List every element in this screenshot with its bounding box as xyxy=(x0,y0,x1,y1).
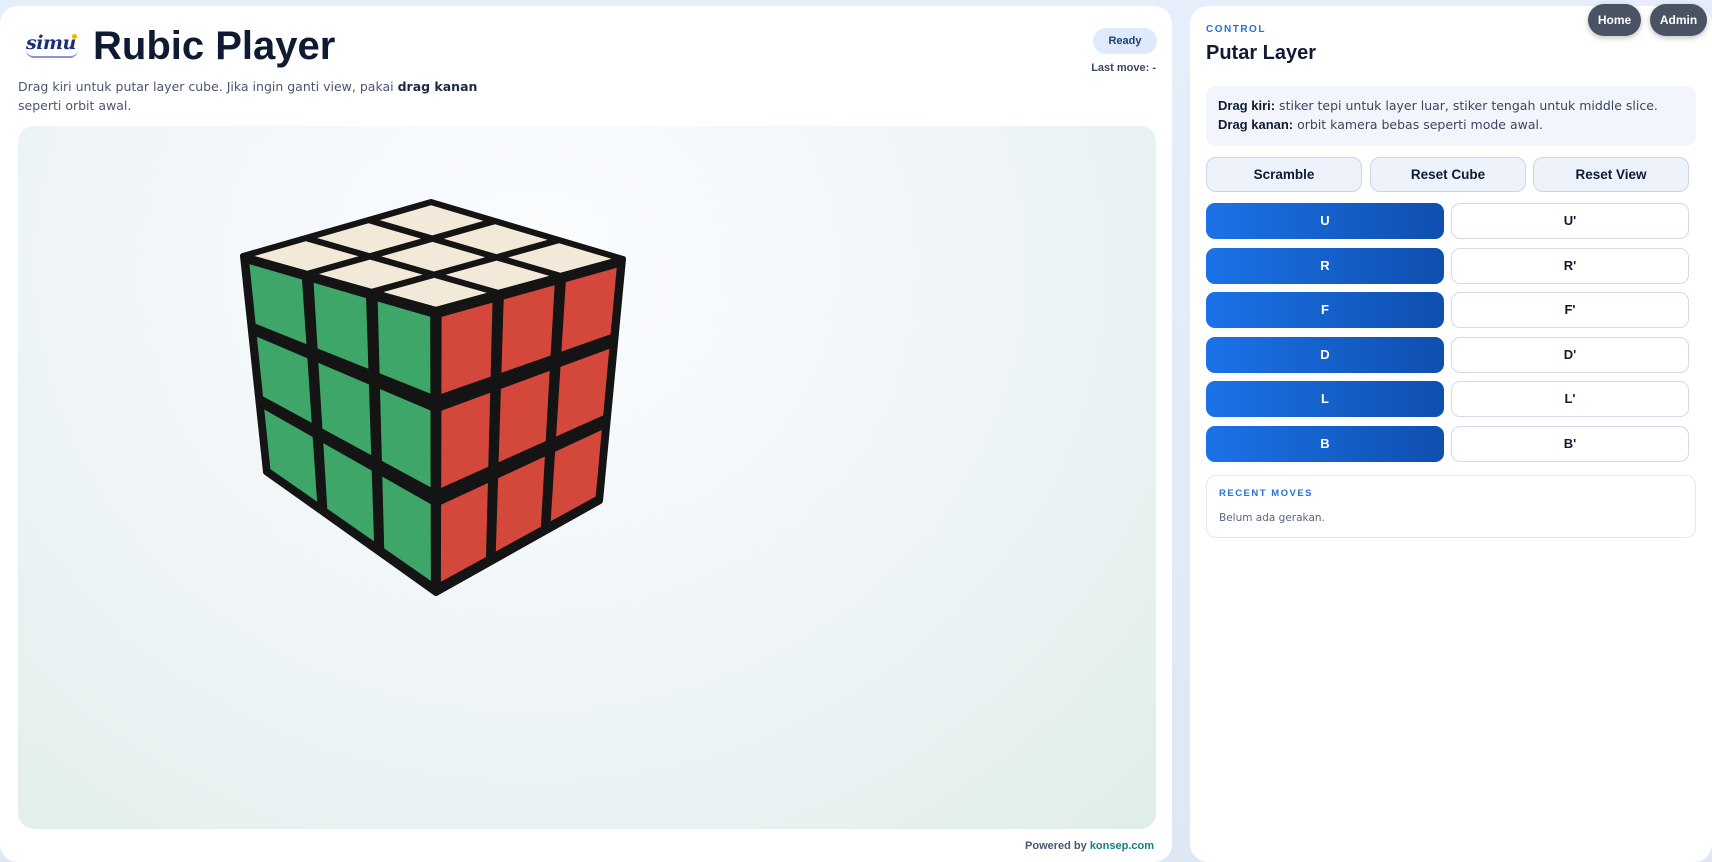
move-d-prime-button[interactable]: D' xyxy=(1451,337,1689,373)
logo-dot xyxy=(72,34,77,39)
page-subtitle: Drag kiri untuk putar layer cube. Jika i… xyxy=(18,77,508,115)
move-r-prime-button[interactable]: R' xyxy=(1451,248,1689,284)
subtitle-bold: drag kanan xyxy=(397,79,478,94)
page-title: Rubic Player xyxy=(93,24,336,68)
move-d-button[interactable]: D xyxy=(1206,337,1444,373)
subtitle-text-1: Drag kiri untuk putar layer cube. Jika i… xyxy=(18,79,398,94)
move-b-button[interactable]: B xyxy=(1206,426,1444,462)
reset-cube-button[interactable]: Reset Cube xyxy=(1370,157,1526,192)
info-text-2: orbit kamera bebas seperti mode awal. xyxy=(1293,117,1543,132)
instructions-box: Drag kiri: stiker tepi untuk layer luar,… xyxy=(1206,86,1696,146)
move-l-button[interactable]: L xyxy=(1206,381,1444,417)
move-r-button[interactable]: R xyxy=(1206,248,1444,284)
recent-moves-box: RECENT MOVES Belum ada gerakan. xyxy=(1206,475,1696,538)
player-panel: simu Rubic Player Drag kiri untuk putar … xyxy=(0,6,1172,862)
section-label-control: CONTROL xyxy=(1206,24,1266,35)
info-bold-2: Drag kanan: xyxy=(1218,117,1294,132)
home-button[interactable]: Home xyxy=(1588,4,1641,36)
info-bold-1: Drag kiri: xyxy=(1218,98,1276,113)
scramble-button[interactable]: Scramble xyxy=(1206,157,1362,192)
cube-viewport[interactable] xyxy=(18,126,1156,829)
control-panel: CONTROL Putar Layer 0 m Drag kiri: stike… xyxy=(1190,6,1712,862)
powered-brand-link[interactable]: konsep.com xyxy=(1090,840,1154,852)
move-u-prime-button[interactable]: U' xyxy=(1451,203,1689,239)
last-move-text: Last move: - xyxy=(1091,62,1156,74)
powered-prefix: Powered by xyxy=(1025,840,1090,852)
info-text-1: stiker tepi untuk layer luar, stiker ten… xyxy=(1275,98,1658,113)
recent-moves-empty: Belum ada gerakan. xyxy=(1219,512,1325,524)
move-u-button[interactable]: U xyxy=(1206,203,1444,239)
move-f-prime-button[interactable]: F' xyxy=(1451,292,1689,328)
control-title: Putar Layer xyxy=(1206,42,1317,64)
logo-swoosh xyxy=(26,50,78,58)
subtitle-text-2: seperti orbit awal. xyxy=(18,98,132,113)
status-badge: Ready xyxy=(1093,28,1157,54)
simu-logo: simu xyxy=(26,32,82,60)
move-b-prime-button[interactable]: B' xyxy=(1451,426,1689,462)
move-f-button[interactable]: F xyxy=(1206,292,1444,328)
move-l-prime-button[interactable]: L' xyxy=(1451,381,1689,417)
powered-by: Powered by konsep.com xyxy=(1025,840,1154,852)
admin-button[interactable]: Admin xyxy=(1650,4,1707,36)
rubiks-cube[interactable] xyxy=(18,126,1156,829)
reset-view-button[interactable]: Reset View xyxy=(1533,157,1689,192)
recent-moves-label: RECENT MOVES xyxy=(1219,488,1314,499)
